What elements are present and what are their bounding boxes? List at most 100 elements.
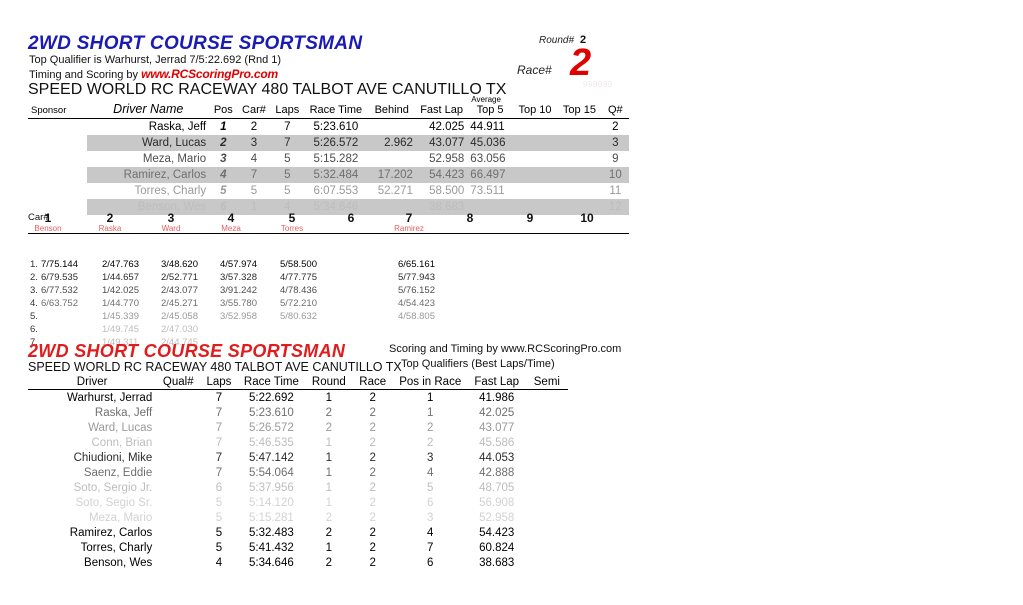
cell-sponsor: [28, 135, 87, 151]
table-row[interactable]: Ward, Lucas 2 3 7 5:26.572 2.962 43.077 45.036 3: [28, 135, 629, 151]
q-col-header-round: Round: [305, 376, 353, 390]
q-cell-round: 1: [325, 451, 333, 464]
table-row[interactable]: Meza, Mario 3 4 5 5:15.282 52.958 63.056 9: [28, 151, 629, 167]
cell-top15: [557, 151, 601, 167]
cell-top10: [512, 167, 558, 183]
list-item[interactable]: Ramirez, Carlos 5 5:32.483 2 2 4 54.423: [28, 525, 568, 540]
q-cell-race: 2: [369, 526, 376, 539]
q-cell-race-time: 5:32.483: [248, 526, 294, 539]
q-cell-laps: 5: [215, 526, 223, 539]
q-cell-round: 2: [325, 421, 333, 434]
lap-grid-divider: [28, 233, 629, 234]
lap-grid-car-number: 3: [167, 211, 175, 225]
col-header-top5: Average Top 5: [467, 96, 513, 119]
top-qualifiers-table: Driver Qual# Laps Race Time Round Race P…: [28, 376, 568, 570]
lap-grid-header: Car# 1 Benson 2 Raska 3 Ward 4 Meza 5 Torres 6 7 Ram…: [28, 211, 629, 233]
q-cell-fast-lap: 38.683: [479, 556, 515, 569]
q-cell-qual: [156, 495, 200, 510]
q-cell-race-time: 5:34.646: [248, 556, 294, 569]
col-header-average-sup: Average: [471, 95, 501, 104]
cell-top5: 45.036: [467, 135, 513, 151]
cell-pos: 1: [220, 121, 227, 133]
q-cell-race-time: 5:22.692: [248, 391, 294, 404]
q-cell-laps: 7: [215, 391, 223, 404]
q-cell-semi: [526, 450, 568, 465]
lap-grid-driver-name: Torres: [280, 224, 304, 233]
q-cell-laps: 7: [215, 421, 223, 434]
cell-sponsor: [28, 167, 87, 183]
cell-top10: [513, 183, 557, 199]
list-item[interactable]: Ward, Lucas 7 5:26.572 2 2 2 43.077: [28, 420, 568, 435]
col-header-qual-num: Q#: [601, 96, 629, 119]
q-cell-qual: [156, 510, 200, 525]
rcscoringpro-url[interactable]: www.RCScoringPro.com: [141, 67, 278, 81]
table-row[interactable]: Raska, Jeff 1 2 7 5:23.610 42.025 44.911 2: [28, 119, 629, 136]
col-header-pos: Pos: [209, 96, 238, 119]
q-cell-qual: [156, 555, 200, 570]
table-row[interactable]: Ramirez, Carlos 4 7 5 5:32.484 17.202 54.423 66…: [28, 167, 629, 183]
q-cell-laps: 4: [215, 556, 223, 569]
q-cell-semi: [526, 480, 568, 495]
lap-times-grid: Car# 1 Benson 2 Raska 3 Ward 4 Meza 5 Torres 6 7 Ram…: [28, 211, 629, 350]
table-row[interactable]: Torres, Charly 5 5 5 6:07.553 52.271 58.500 73.…: [28, 183, 629, 199]
timing-credit-label: Timing and Scoring by: [29, 69, 142, 81]
q-cell-pos-in-race: 2: [427, 421, 434, 434]
q-cell-semi: [526, 465, 568, 480]
q-cell-race: 2: [369, 466, 376, 479]
main-results-table: Sponsor Driver Name Pos Car# Laps Race T…: [28, 96, 629, 215]
cell-car: 7: [237, 167, 271, 183]
list-item[interactable]: Soto, Sergio Jr. 6 5:37.956 1 2 5 48.705: [28, 480, 568, 495]
cell-sponsor: [28, 183, 87, 199]
q-cell-pos-in-race: 1: [427, 391, 434, 404]
main-results-body: Raska, Jeff 1 2 7 5:23.610 42.025 44.911 2 Ward,…: [28, 119, 629, 215]
cell-race-time: 5:15.282: [313, 153, 359, 165]
cell-behind: 52.271: [377, 185, 413, 197]
col-header-top15: Top 15: [557, 96, 602, 119]
q-cell-driver: Warhurst, Jerrad: [67, 391, 153, 404]
lap-grid-cell: 4/77.775: [280, 272, 317, 283]
cell-fast-lap: 58.500: [429, 185, 465, 197]
top-qualifiers-body: Warhurst, Jerrad 7 5:22.692 1 2 1 41.986 Raska,…: [28, 390, 568, 571]
q-cell-laps: 6: [215, 481, 223, 494]
lap-grid-row: 5. 1/45.339 2/45.058 3/52.958 5/80.632 4/58.8…: [28, 311, 629, 324]
q-cell-qual: [156, 465, 200, 480]
cell-fast-lap: 54.423: [415, 167, 468, 183]
q-cell-fast-lap: 42.025: [479, 406, 515, 419]
lap-grid-row: 4. 6/63.752 1/44.770 2/45.271 3/55.780 5/72.2…: [28, 298, 629, 311]
list-item[interactable]: Torres, Charly 5 5:41.432 1 2 7 60.824: [28, 540, 568, 555]
q-cell-race: 2: [369, 436, 376, 449]
cell-pos: 2: [209, 135, 238, 151]
list-item[interactable]: Benson, Wes 4 5:34.646 2 2 6 38.683: [28, 555, 568, 570]
list-item[interactable]: Warhurst, Jerrad 7 5:22.692 1 2 1 41.986: [28, 390, 568, 406]
cell-q: 11: [609, 185, 622, 197]
lap-grid-driver-name: Ward: [161, 224, 181, 233]
q-cell-driver: Raska, Jeff: [94, 406, 153, 419]
col-header-top5-label: Top 5: [476, 104, 504, 116]
lap-grid-cell: 5/58.500: [280, 259, 317, 270]
q-cell-race: 2: [369, 391, 376, 404]
q-cell-fast-lap: 45.586: [479, 436, 515, 449]
q-cell-race-time: 5:26.572: [248, 421, 294, 434]
list-item[interactable]: Raska, Jeff 7 5:23.610 2 2 1 42.025: [28, 405, 568, 420]
q-cell-race-time: 5:54.064: [248, 466, 294, 479]
list-item[interactable]: Soto, Segio Sr. 5 5:14.120 1 2 6 56.908: [28, 495, 568, 510]
list-item[interactable]: Conn, Brian 7 5:46.535 1 2 2 45.586: [28, 435, 568, 450]
list-item[interactable]: Saenz, Eddie 7 5:54.064 1 2 4 42.888: [28, 465, 568, 480]
q-cell-driver: Ward, Lucas: [88, 421, 153, 434]
cell-fast-lap: 43.077: [415, 135, 468, 151]
q-cell-pos-in-race: 4: [427, 466, 434, 479]
cell-behind: [367, 119, 415, 136]
list-item[interactable]: Meza, Mario 5 5:15.281 2 2 3 52.958: [28, 510, 568, 525]
list-item[interactable]: Chiudioni, Mike 7 5:47.142 1 2 3 44.053: [28, 450, 568, 465]
q-cell-round: 1: [325, 481, 333, 494]
q-cell-fast-lap: 60.824: [479, 541, 515, 554]
lap-grid-lap-number: 2.: [30, 272, 38, 283]
q-cell-pos-in-race: 7: [427, 541, 434, 554]
q-cell-semi: [526, 540, 568, 555]
cell-laps: 5: [284, 153, 291, 165]
lap-grid-lap-number: 5.: [30, 311, 38, 322]
lap-grid-cell: 5/80.632: [280, 311, 317, 322]
q-cell-driver: Saenz, Eddie: [83, 466, 153, 479]
q-cell-race-time: 5:46.535: [248, 436, 294, 449]
class-title-secondary: 2WD SHORT COURSE SPORTSMAN: [28, 341, 346, 361]
